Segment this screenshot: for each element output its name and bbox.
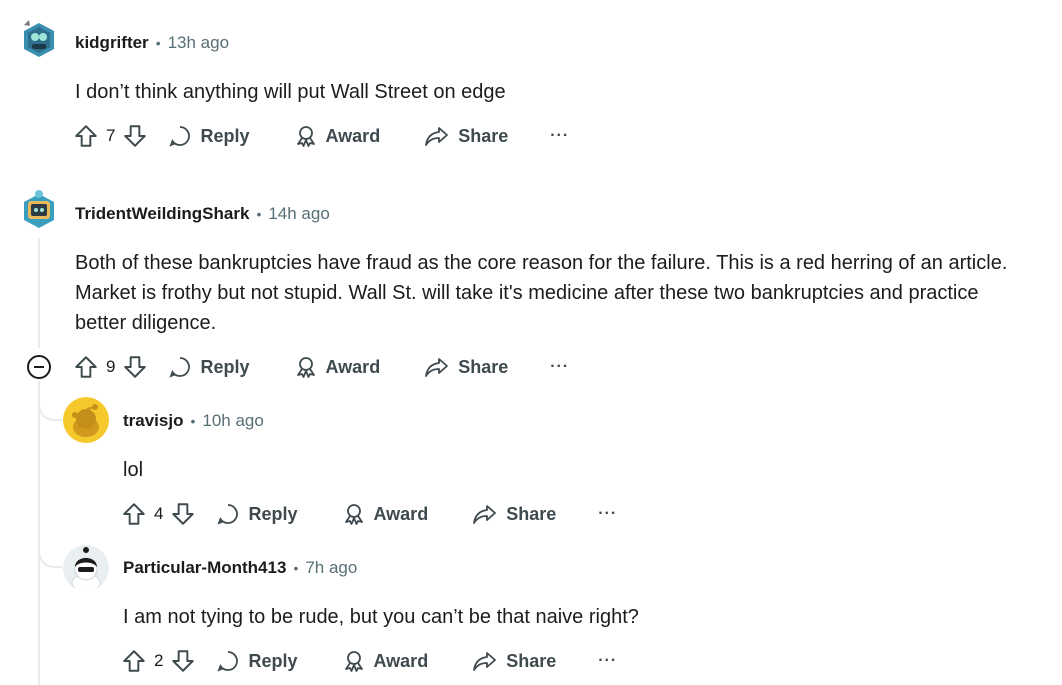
more-options-button[interactable]: ··· <box>598 652 617 670</box>
award-icon <box>342 649 366 673</box>
share-button[interactable]: Share <box>472 502 556 526</box>
vote-count: 4 <box>154 504 164 523</box>
reply-connector <box>38 381 62 421</box>
reply-label: Reply <box>200 125 250 146</box>
upvote-icon[interactable] <box>73 123 99 149</box>
award-button[interactable]: Award <box>342 649 429 673</box>
sunglasses-snoo-avatar-icon[interactable] <box>63 545 109 591</box>
vote-count: 2 <box>154 651 164 670</box>
award-icon <box>342 502 366 526</box>
award-label: Award <box>325 356 381 377</box>
award-button[interactable]: Award <box>294 124 381 148</box>
reply-label: Reply <box>248 503 298 524</box>
separator-dot: • <box>155 35 161 51</box>
tv-snoo-avatar-icon[interactable] <box>16 188 62 234</box>
reply-button[interactable]: Reply <box>168 355 250 379</box>
comment-bubble-icon <box>216 649 240 673</box>
more-options-button[interactable]: ··· <box>598 505 617 523</box>
award-icon <box>294 355 318 379</box>
collapse-thread-button[interactable] <box>27 355 51 379</box>
reply-button[interactable]: Reply <box>168 124 250 148</box>
comment-text-line: Market is frothy but not stupid. Wall St… <box>75 282 979 304</box>
award-label: Award <box>373 503 429 524</box>
vote-controls: 7 <box>73 123 148 149</box>
upvote-icon[interactable] <box>121 648 147 674</box>
comment-meta: kidgrifter • 13h ago <box>75 31 229 55</box>
reply-button[interactable]: Reply <box>216 649 298 673</box>
timestamp[interactable]: 7h ago <box>305 558 357 578</box>
downvote-icon[interactable] <box>122 354 148 380</box>
comment-body: I am not tying to be rude, but you can’t… <box>123 602 639 632</box>
comment-actions: 9 Reply Award Share ··· <box>73 350 569 384</box>
more-options-button[interactable]: ··· <box>550 358 569 376</box>
vote-count: 7 <box>106 126 116 145</box>
comment-bubble-icon <box>168 355 192 379</box>
comment-meta: travisjo • 10h ago <box>123 409 264 433</box>
separator-dot: • <box>293 560 299 576</box>
comment-bubble-icon <box>168 124 192 148</box>
robot-snoo-avatar-icon[interactable] <box>16 17 62 63</box>
more-options-button[interactable]: ··· <box>550 127 569 145</box>
vote-controls: 2 <box>121 648 196 674</box>
downvote-icon[interactable] <box>170 501 196 527</box>
award-icon <box>294 124 318 148</box>
downvote-icon[interactable] <box>170 648 196 674</box>
share-arrow-icon <box>472 649 498 673</box>
timestamp[interactable]: 13h ago <box>168 33 229 53</box>
separator-dot: • <box>190 413 196 429</box>
share-button[interactable]: Share <box>424 355 508 379</box>
upvote-icon[interactable] <box>73 354 99 380</box>
reply-button[interactable]: Reply <box>216 502 298 526</box>
share-arrow-icon <box>424 355 450 379</box>
share-label: Share <box>458 356 509 377</box>
share-label: Share <box>506 650 557 671</box>
username[interactable]: travisjo <box>123 411 183 431</box>
comment-meta: Particular-Month413 • 7h ago <box>123 556 357 580</box>
reply-label: Reply <box>200 356 250 377</box>
reply-connector <box>38 520 62 568</box>
comment-text-line: I am not tying to be rude, but you can’t… <box>123 606 639 628</box>
award-button[interactable]: Award <box>294 355 381 379</box>
downvote-icon[interactable] <box>122 123 148 149</box>
username[interactable]: TridentWeildingShark <box>75 204 249 224</box>
comment-body: Both of these bankruptcies have fraud as… <box>75 248 1007 338</box>
comment-body: I don’t think anything will put Wall Str… <box>75 77 506 107</box>
share-label: Share <box>458 125 509 146</box>
award-button[interactable]: Award <box>342 502 429 526</box>
comment-bubble-icon <box>216 502 240 526</box>
share-label: Share <box>506 503 557 524</box>
comment-actions: 4 Reply Award Share ··· <box>121 497 617 531</box>
timestamp[interactable]: 10h ago <box>202 411 263 431</box>
comment-text-line: I don’t think anything will put Wall Str… <box>75 81 506 103</box>
timestamp[interactable]: 14h ago <box>268 204 329 224</box>
vote-count: 9 <box>106 357 116 376</box>
username[interactable]: Particular-Month413 <box>123 558 286 578</box>
thread-line[interactable] <box>38 238 40 348</box>
vote-controls: 9 <box>73 354 148 380</box>
separator-dot: • <box>256 206 262 222</box>
upvote-icon[interactable] <box>121 501 147 527</box>
share-arrow-icon <box>472 502 498 526</box>
default-snoo-avatar-icon[interactable] <box>63 397 109 443</box>
comment-text-line: Both of these bankruptcies have fraud as… <box>75 252 1008 274</box>
comment-body: lol <box>123 455 143 485</box>
share-arrow-icon <box>424 124 450 148</box>
award-label: Award <box>325 125 381 146</box>
share-button[interactable]: Share <box>472 649 556 673</box>
comment-text-line: lol <box>123 459 144 481</box>
comment-text-line: better diligence. <box>75 312 217 334</box>
comment-actions: 7 Reply Award Share ··· <box>73 119 569 153</box>
username[interactable]: kidgrifter <box>75 33 149 53</box>
minus-icon <box>34 366 44 368</box>
comment-actions: 2 Reply Award Share ··· <box>121 644 617 678</box>
share-button[interactable]: Share <box>424 124 508 148</box>
vote-controls: 4 <box>121 501 196 527</box>
reply-label: Reply <box>248 650 298 671</box>
award-label: Award <box>373 650 429 671</box>
comment-meta: TridentWeildingShark • 14h ago <box>75 202 330 226</box>
